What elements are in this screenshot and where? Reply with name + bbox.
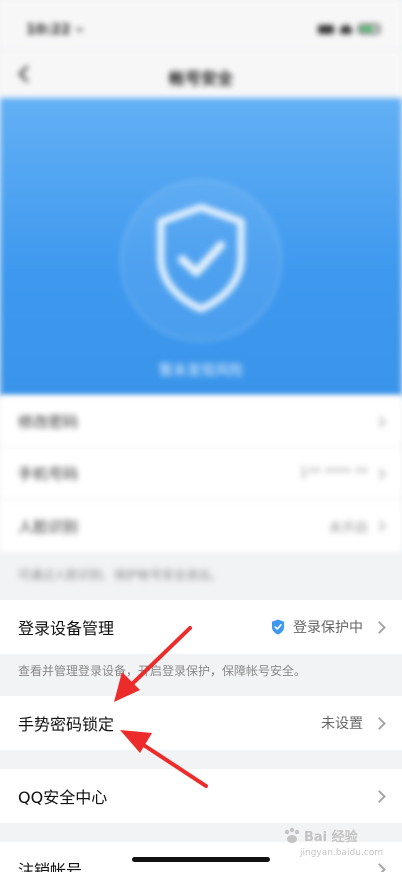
gesture-lock-row[interactable]: 手势密码锁定 未设置 bbox=[0, 696, 402, 750]
nav-bar: 帐号安全 bbox=[0, 50, 402, 98]
list-item-label: 手机号码 bbox=[18, 465, 79, 483]
gesture-lock-label: 手势密码锁定 bbox=[18, 715, 115, 734]
shield-check-icon bbox=[157, 203, 245, 313]
list-item-value: 1** **** ** bbox=[299, 466, 368, 481]
hero-status-text: 暂未发现风险 bbox=[159, 363, 243, 379]
blurred-note: 可通过人脸识别、保护帐号安全进出。 bbox=[18, 568, 223, 582]
battery-icon bbox=[358, 24, 380, 34]
security-center-row[interactable]: QQ安全中心 bbox=[0, 769, 402, 823]
blurred-settings-list: 修改密码 手机号码 1** **** ** 人脸识别 未开启 bbox=[0, 396, 402, 552]
paw-icon bbox=[284, 827, 300, 843]
signal-icon bbox=[318, 24, 334, 34]
home-indicator bbox=[132, 857, 270, 862]
chevron-right-icon bbox=[373, 716, 386, 730]
list-item-phone[interactable]: 手机号码 1** **** ** bbox=[0, 448, 402, 500]
status-time: 10:22 ⌁ bbox=[26, 22, 84, 38]
security-center-label: QQ安全中心 bbox=[18, 788, 108, 807]
watermark-url: jingyan.baidu.com bbox=[300, 848, 384, 858]
page-title: 帐号安全 bbox=[168, 69, 233, 88]
list-item-change-password[interactable]: 修改密码 bbox=[0, 396, 402, 448]
login-protection-status: 登录保护中 bbox=[293, 620, 363, 636]
cancel-account-label: 注销帐号 bbox=[18, 861, 83, 872]
list-item-face-id[interactable]: 人脸识别 未开启 bbox=[0, 500, 402, 552]
device-management-label: 登录设备管理 bbox=[18, 619, 115, 638]
device-management-row[interactable]: 登录设备管理 登录保护中 bbox=[0, 600, 402, 654]
security-hero: 暂未发现风险 bbox=[0, 98, 402, 396]
watermark: Bai 经验 jingyan.baidu.com bbox=[282, 826, 392, 862]
chevron-right-icon bbox=[374, 520, 386, 532]
shield-badge-icon bbox=[272, 619, 284, 635]
list-item-label: 人脸识别 bbox=[18, 517, 79, 536]
gesture-lock-status: 未设置 bbox=[321, 716, 363, 732]
chevron-right-icon bbox=[374, 415, 386, 428]
chevron-right-icon bbox=[373, 789, 386, 803]
chevron-right-icon bbox=[374, 467, 386, 480]
wifi-icon bbox=[340, 24, 352, 34]
device-management-note: 查看并管理登录设备，开启登录保护，保障帐号安全。 bbox=[18, 664, 307, 678]
chevron-right-icon bbox=[373, 862, 386, 872]
watermark-brand: Bai 经验 bbox=[304, 830, 358, 845]
list-item-label: 修改密码 bbox=[18, 413, 79, 431]
list-item-value: 未开启 bbox=[328, 520, 368, 536]
status-bar: 10:22 ⌁ bbox=[0, 0, 402, 50]
chevron-right-icon bbox=[373, 620, 386, 634]
status-icons bbox=[318, 24, 380, 34]
